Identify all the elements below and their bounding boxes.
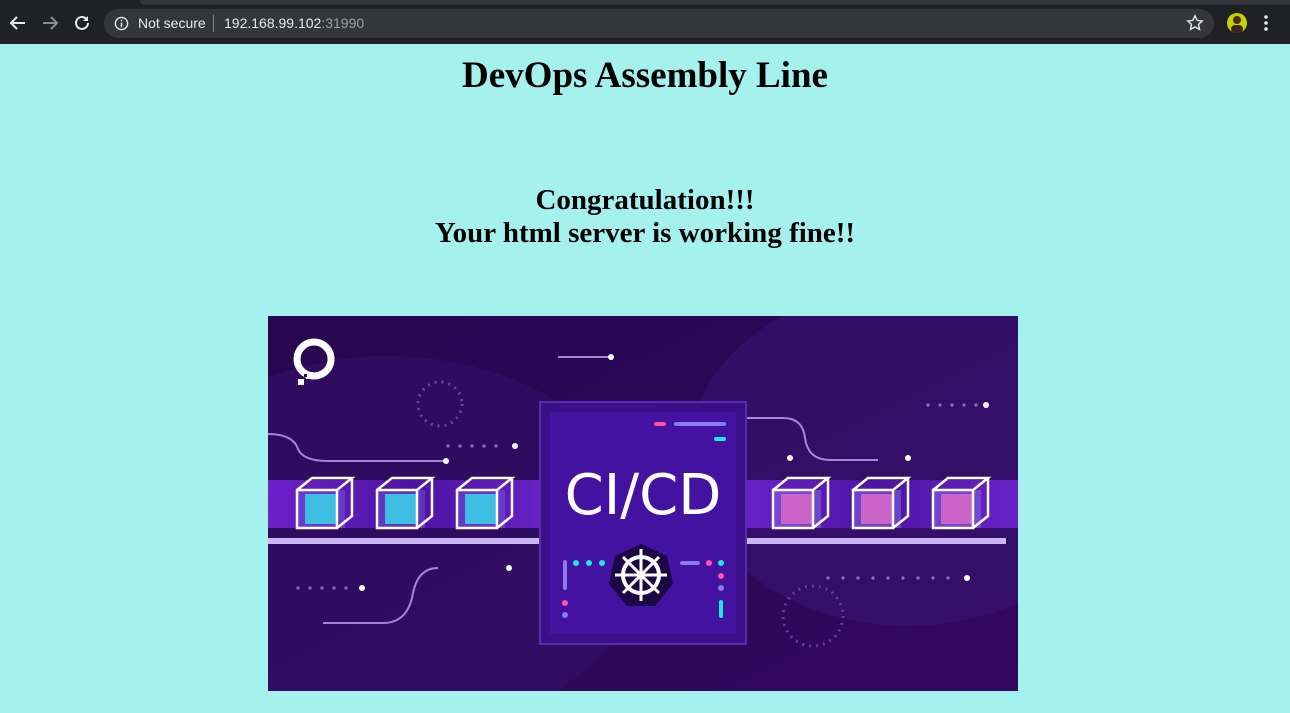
address-divider: [213, 15, 214, 32]
kebab-menu-icon[interactable]: [1262, 14, 1270, 32]
cicd-banner-image: CI/CD: [268, 316, 1018, 691]
browser-toolbar: Not secure 192.168.99.102:31990: [0, 0, 1290, 44]
arrow-left-icon: [9, 16, 25, 30]
security-label[interactable]: Not secure: [138, 15, 206, 31]
cicd-text: CI/CD: [565, 463, 722, 528]
congrats-message: Congratulation!!! Your html server is wo…: [0, 184, 1290, 250]
avatar-icon: [1231, 16, 1243, 33]
page-title: DevOps Assembly Line: [462, 55, 828, 96]
address-bar[interactable]: Not secure 192.168.99.102:31990: [104, 9, 1214, 38]
url-text[interactable]: 192.168.99.102:31990: [224, 15, 364, 31]
url-port: :31990: [321, 15, 365, 31]
tab-strip: [140, 0, 1290, 5]
reload-button[interactable]: [71, 12, 93, 34]
message-line-2: Your html server is working fine!!: [434, 217, 856, 249]
forward-button[interactable]: [39, 12, 61, 34]
back-button[interactable]: [7, 12, 29, 34]
info-icon[interactable]: [114, 16, 129, 31]
url-host: 192.168.99.102: [224, 15, 322, 31]
bookmark-star-icon[interactable]: [1186, 14, 1204, 32]
arrow-right-icon: [43, 16, 59, 30]
message-line-1: Congratulation!!!: [535, 184, 755, 216]
profile-avatar[interactable]: [1227, 13, 1247, 33]
reload-icon: [75, 15, 89, 30]
